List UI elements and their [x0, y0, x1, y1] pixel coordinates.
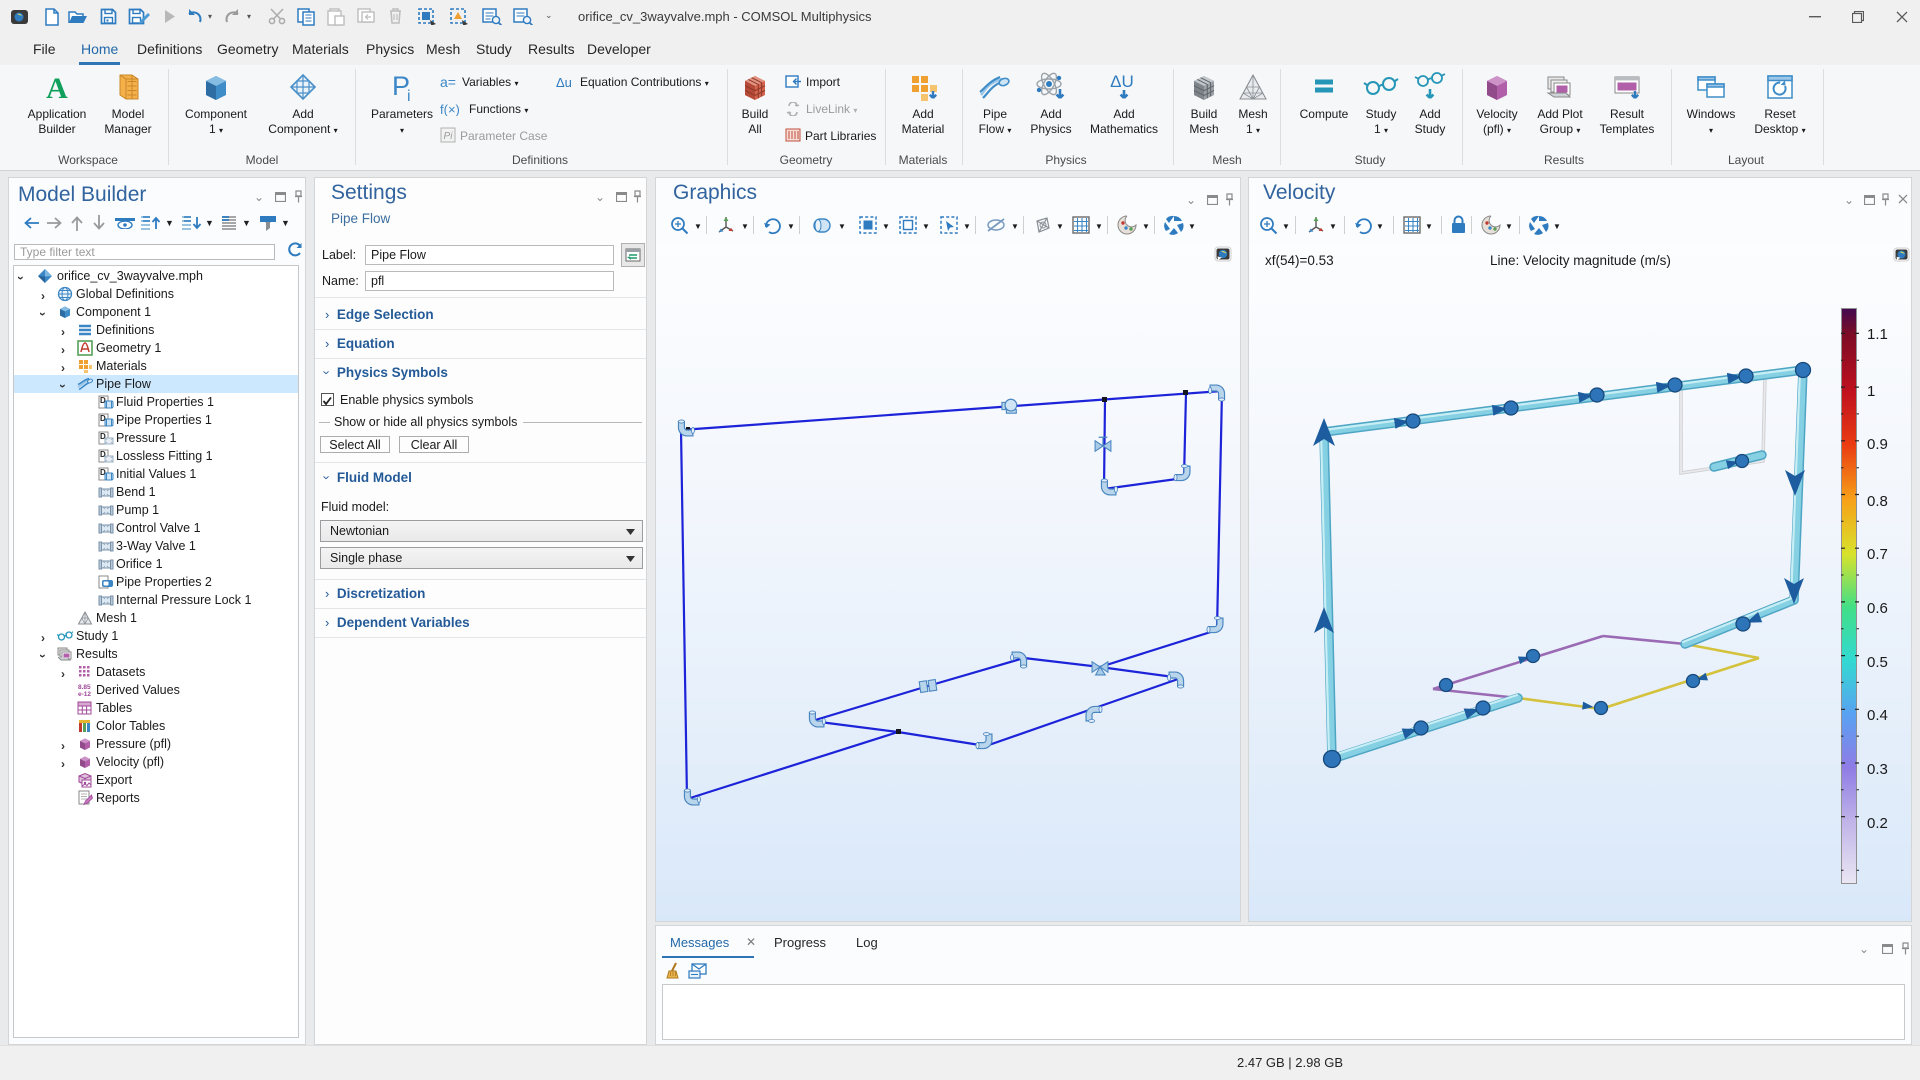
svg-text:a=: a= [440, 75, 456, 89]
svg-text:Pi: Pi [444, 131, 454, 142]
svg-text:ΔU: ΔU [1110, 72, 1134, 91]
svg-text:i: i [407, 88, 411, 103]
svg-text:A: A [46, 72, 68, 103]
svg-text:e-12: e-12 [78, 691, 91, 698]
svg-text:8.85: 8.85 [78, 684, 91, 691]
svg-text:Δu: Δu [556, 75, 572, 89]
svg-text:f(×): f(×) [440, 102, 460, 116]
